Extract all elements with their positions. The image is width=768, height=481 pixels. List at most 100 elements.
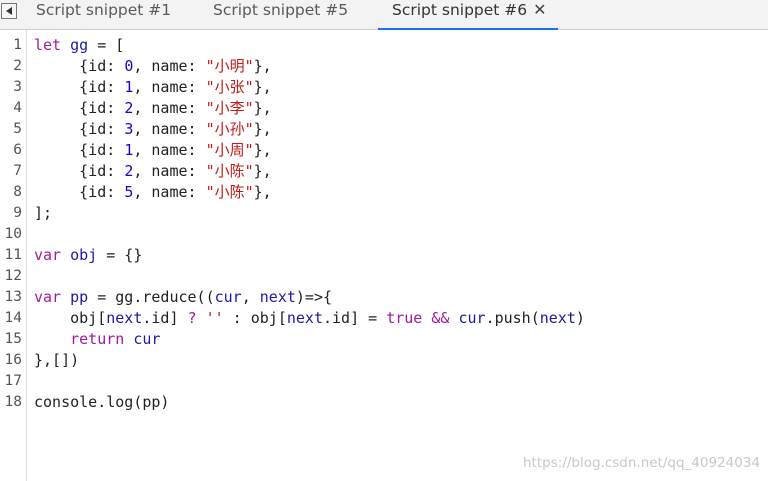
code-line[interactable]: 6 {id: 1, name: "小周"}, (0, 140, 768, 161)
line-number: 16 (4, 352, 22, 368)
code-editor[interactable]: 1 let gg = [2 {id: 0, name: "小明"}, 3 {id: … (0, 35, 768, 413)
code-token: , name: (133, 99, 206, 117)
line-number: 5 (13, 121, 22, 137)
code-token: = {} (97, 246, 143, 264)
code-token: .id] (142, 309, 188, 327)
code-token: "小陈" (205, 183, 254, 201)
code-token: cur (133, 330, 161, 348)
code-token: let (34, 36, 62, 54)
line-number: 10 (4, 226, 22, 242)
code-token: , name: (133, 57, 206, 75)
code-line[interactable]: 10 (0, 224, 768, 245)
code-text: {id: 0, name: "小明"}, (34, 56, 272, 77)
code-token: }, (253, 183, 272, 201)
code-token: {id: (34, 57, 125, 75)
code-token: )=>{ (295, 288, 333, 306)
code-line[interactable]: 4 {id: 2, name: "小李"}, (0, 98, 768, 119)
line-number: 15 (4, 331, 22, 347)
code-token: 2 (124, 99, 134, 117)
line-number: 18 (4, 394, 22, 410)
code-token: {id: (34, 78, 125, 96)
code-line[interactable]: 17 (0, 371, 768, 392)
code-token: {id: (34, 162, 125, 180)
code-token: next (539, 309, 576, 327)
code-token: .push( (485, 309, 540, 327)
code-token: , name: (133, 120, 206, 138)
code-line[interactable]: 12 (0, 266, 768, 287)
close-icon[interactable]: ✕ (533, 1, 546, 19)
code-token: 1 (124, 78, 134, 96)
code-line[interactable]: 15 return cur (0, 329, 768, 350)
code-token: cur (214, 288, 242, 306)
line-number: 7 (13, 163, 22, 179)
tab-label: Script snippet #5 (213, 1, 349, 19)
code-line[interactable]: 8 {id: 5, name: "小陈"}, (0, 182, 768, 203)
code-token: 3 (124, 120, 134, 138)
line-number: 2 (13, 58, 22, 74)
code-token: '' (205, 309, 224, 327)
code-token: obj (70, 246, 98, 264)
code-token: ]; (34, 204, 53, 222)
code-token: "小明" (205, 57, 254, 75)
code-token: = [ (88, 36, 125, 54)
code-token: "小李" (205, 99, 254, 117)
code-token: {id: (34, 120, 125, 138)
code-token: {id: (34, 141, 125, 159)
code-token: {id: (34, 99, 125, 117)
code-text: {id: 3, name: "小孙"}, (34, 119, 272, 140)
tab-script-snippet-1[interactable]: Script snippet #1 (21, 0, 199, 29)
code-text: return cur (34, 329, 160, 350)
code-token: }, (253, 57, 272, 75)
line-number: 9 (13, 205, 22, 221)
code-token: }, (253, 141, 272, 159)
code-token: 0 (124, 57, 134, 75)
tab-script-snippet-6[interactable]: Script snippet #6 ✕ (378, 0, 558, 30)
code-token: },[]) (34, 351, 80, 369)
code-text: obj[next.id] ? '' : obj[next.id] = true … (34, 308, 585, 329)
tab-bar: Script snippet #1 Script snippet #5 Scri… (0, 0, 768, 30)
code-line[interactable]: 1 let gg = [ (0, 35, 768, 56)
code-token: "小陈" (205, 162, 254, 180)
tab-script-snippet-5[interactable]: Script snippet #5 (199, 0, 378, 29)
line-number: 14 (4, 310, 22, 326)
tab-label: Script snippet #1 (36, 1, 172, 19)
code-token: , name: (133, 183, 206, 201)
line-number: 6 (13, 142, 22, 158)
code-line[interactable]: 9]; (0, 203, 768, 224)
code-text: console.log(pp) (34, 392, 169, 413)
code-token: return (70, 330, 125, 348)
code-text: let gg = [ (34, 35, 124, 56)
code-line[interactable]: 14 obj[next.id] ? '' : obj[next.id] = tr… (0, 308, 768, 329)
code-text: {id: 1, name: "小周"}, (34, 140, 272, 161)
code-line[interactable]: 7 {id: 2, name: "小陈"}, (0, 161, 768, 182)
back-triangle-icon[interactable] (1, 3, 17, 19)
code-token: "小周" (205, 141, 254, 159)
line-number: 13 (4, 289, 22, 305)
code-token: }, (253, 99, 272, 117)
code-line[interactable]: 18 console.log(pp) (0, 392, 768, 413)
code-line[interactable]: 5 {id: 3, name: "小孙"}, (0, 119, 768, 140)
line-number: 17 (4, 373, 22, 389)
code-token: , name: (133, 141, 206, 159)
code-text: {id: 2, name: "小李"}, (34, 98, 272, 119)
watermark: https://blog.csdn.net/qq_40924034 (522, 455, 760, 471)
code-line[interactable]: 13 var pp = gg.reduce((cur, next)=>{ (0, 287, 768, 308)
code-text: var pp = gg.reduce((cur, next)=>{ (34, 287, 332, 308)
line-number: 11 (4, 247, 22, 263)
line-number: 8 (13, 184, 22, 200)
code-line[interactable]: 16 },[]) (0, 350, 768, 371)
code-token: }, (253, 78, 272, 96)
code-line[interactable]: 11 var obj = {} (0, 245, 768, 266)
code-token: }, (253, 120, 272, 138)
tab-label: Script snippet #6 (392, 1, 528, 19)
code-token: ? (187, 309, 197, 327)
code-line[interactable]: 2 {id: 0, name: "小明"}, (0, 56, 768, 77)
code-line[interactable]: 3 {id: 1, name: "小张"}, (0, 77, 768, 98)
code-token: "小张" (205, 78, 254, 96)
code-token: true (386, 309, 423, 327)
